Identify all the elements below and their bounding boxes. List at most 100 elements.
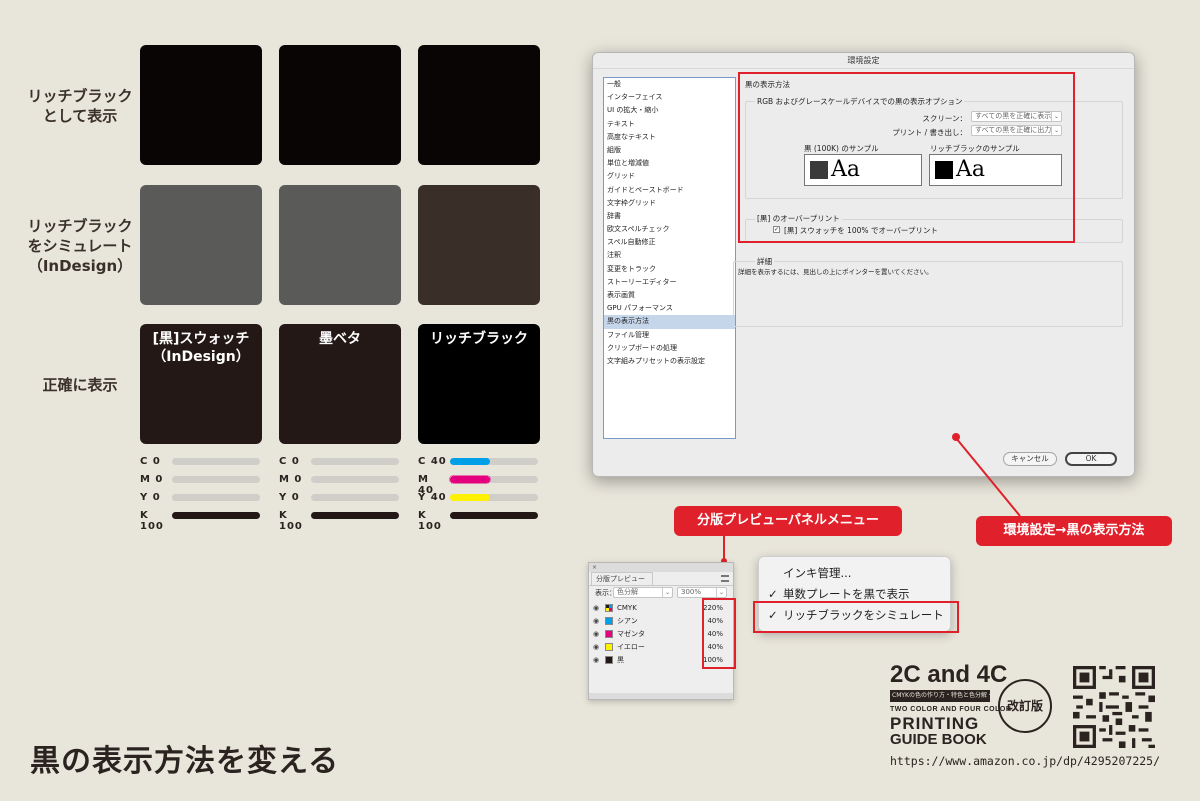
chevron-down-icon: ⌄ <box>662 588 672 597</box>
pref-category-item[interactable]: 黒の表示方法 <box>604 315 735 329</box>
highlight-percentages <box>702 598 736 669</box>
ink-track <box>450 458 538 465</box>
pref-category-item[interactable]: 辞書 <box>604 210 735 223</box>
swatch-accurate-sumi: 墨ベタ <box>279 324 401 444</box>
chevron-down-icon: ⌄ <box>716 588 726 597</box>
ink-track <box>172 494 260 501</box>
ink-row: M 40 <box>418 474 540 496</box>
eye-icon[interactable]: ◉ <box>593 602 599 614</box>
pref-category-item[interactable]: ファイル管理 <box>604 329 735 342</box>
ink-row: M 0 <box>140 474 262 486</box>
pref-category-item[interactable]: テキスト <box>604 118 735 131</box>
ink-row: M 0 <box>279 474 401 486</box>
pref-category-item[interactable]: 一般 <box>604 78 735 91</box>
ink-fill <box>450 458 490 465</box>
qr-code-icon[interactable] <box>1073 666 1155 748</box>
ink-track <box>450 512 538 519</box>
row-label-simulate: リッチブラック をシミュレート （InDesign） <box>27 217 133 275</box>
eye-icon[interactable]: ◉ <box>593 615 599 627</box>
row-label-accurate: 正確に表示 <box>42 376 118 394</box>
pref-category-item[interactable]: GPU パフォーマンス <box>604 302 735 315</box>
pref-category-item[interactable]: 文字組みプリセットの表示設定 <box>604 355 735 368</box>
ink-fill <box>311 512 399 519</box>
ok-button[interactable]: OK <box>1065 452 1117 466</box>
separation-name: マゼンタ <box>617 630 645 638</box>
separation-name: 黒 <box>617 656 624 664</box>
ink-label: Y 0 <box>140 492 161 503</box>
tab-separations-preview[interactable]: 分版プレビュー <box>591 572 653 585</box>
ink-label: C 0 <box>140 456 161 467</box>
dialog-title: 環境設定 <box>593 53 1134 69</box>
ink-track <box>172 512 260 519</box>
panel-footer <box>589 693 733 699</box>
ink-fill <box>172 512 260 519</box>
pref-category-item[interactable]: 注釈 <box>604 249 735 262</box>
menu-item-label: インキ管理... <box>783 566 852 580</box>
ink-track <box>172 458 260 465</box>
pref-category-item[interactable]: 文字枠グリッド <box>604 197 735 210</box>
ink-label: M 0 <box>140 474 164 485</box>
pref-category-item[interactable]: 欧文スペルチェック <box>604 223 735 236</box>
preferences-category-list[interactable]: 一般 インターフェイス UI の拡大・縮小 テキスト 高度なテキスト 組版 単位と増減値 グリ… <box>603 77 736 439</box>
ink-label: K 100 <box>279 510 303 532</box>
pref-category-item[interactable]: ガイドとペーストボード <box>604 184 735 197</box>
ink-track <box>311 458 399 465</box>
panel-menu-icon[interactable] <box>721 575 729 582</box>
swatch-accurate-rich: リッチブラック <box>418 324 540 444</box>
ink-label: K 100 <box>418 510 442 532</box>
book-subtitle-jp: CMYKの色の作り方・特色と色分解・トンボ・出力の基本 入稿データのつくりかた <box>890 690 990 702</box>
ink-chip <box>605 630 613 638</box>
book-title: 2C and 4C <box>890 661 1008 688</box>
pref-category-item[interactable]: グリッド <box>604 170 735 183</box>
pref-category-item[interactable]: インターフェイス <box>604 91 735 104</box>
ink-label: C 40 <box>418 456 447 467</box>
ink-values-swatch: C 0 M 0 Y 0 K 100 <box>140 456 262 532</box>
zoom-select[interactable]: 300% ⌄ <box>677 587 727 598</box>
swatch-sim-3 <box>418 185 540 305</box>
book-en-line2: GUIDE BOOK <box>890 731 987 748</box>
pref-category-item[interactable]: UI の拡大・縮小 <box>604 104 735 117</box>
divider <box>589 585 733 586</box>
pref-category-item[interactable]: 変更をトラック <box>604 263 735 276</box>
pref-category-item[interactable]: 組版 <box>604 144 735 157</box>
ink-track <box>311 512 399 519</box>
pref-category-item[interactable]: 高度なテキスト <box>604 131 735 144</box>
swatch-title: [黒]スウォッチ （InDesign） <box>152 331 250 365</box>
swatch-rich-3 <box>418 45 540 165</box>
pref-category-item[interactable]: 単位と増減値 <box>604 157 735 170</box>
menu-item[interactable]: インキ管理... <box>759 564 952 583</box>
close-icon[interactable]: × <box>592 564 597 571</box>
ink-track <box>311 476 399 483</box>
ink-fill <box>449 475 491 484</box>
callout-line <box>955 437 1021 517</box>
panel-header: × <box>589 563 733 572</box>
ink-chip <box>605 617 613 625</box>
ink-label: Y 0 <box>279 492 300 503</box>
eye-icon[interactable]: ◉ <box>593 654 599 666</box>
swatch-sim-1 <box>140 185 262 305</box>
ink-row: K 100 <box>140 510 262 532</box>
ink-label: Y 40 <box>418 492 447 503</box>
eye-icon[interactable]: ◉ <box>593 641 599 653</box>
pref-category-item[interactable]: スペル自動修正 <box>604 236 735 249</box>
detail-text: 詳細を表示するには、見出しの上にポインターを置いてください。 <box>738 268 933 276</box>
book-en-small: TWO COLOR AND FOUR COLOR <box>890 706 1012 713</box>
eye-icon[interactable]: ◉ <box>593 628 599 640</box>
ink-chip <box>605 643 613 651</box>
ink-fill <box>450 494 490 501</box>
separation-name: イエロー <box>617 643 645 651</box>
amazon-url-link[interactable]: https://www.amazon.co.jp/dp/4295207225/ <box>890 754 1160 768</box>
pref-category-item[interactable]: クリップボードの処理 <box>604 342 735 355</box>
pref-category-item[interactable]: 表示画質 <box>604 289 735 302</box>
view-select[interactable]: 色分解 ⌄ <box>613 587 673 598</box>
ink-row: K 100 <box>418 510 540 532</box>
swatch-title: リッチブラック <box>430 331 528 347</box>
swatch-accurate-black: [黒]スウォッチ （InDesign） <box>140 324 262 444</box>
ink-row: Y 40 <box>418 492 540 504</box>
panel-menu-badge: 分版プレビューパネルメニュー <box>674 506 902 536</box>
ink-row: C 40 <box>418 456 540 468</box>
ink-track <box>450 494 538 501</box>
pref-category-item[interactable]: ストーリーエディター <box>604 276 735 289</box>
swatch-title: 墨ベタ <box>319 331 361 347</box>
ink-row: Y 0 <box>279 492 401 504</box>
